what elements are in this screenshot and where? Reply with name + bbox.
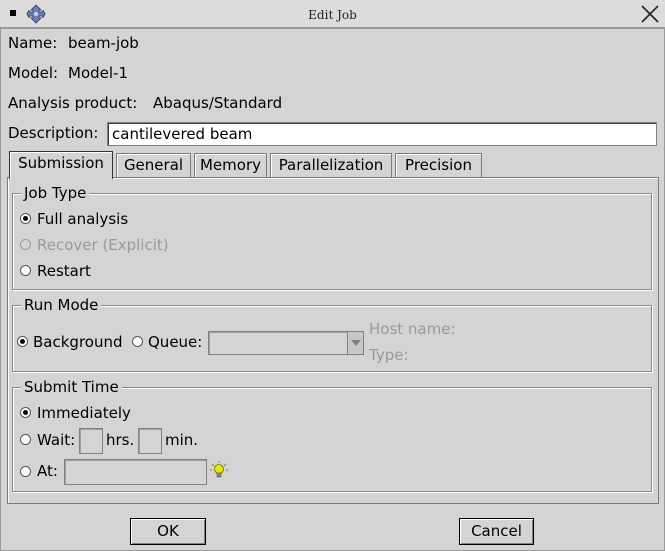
description-input[interactable]: cantilevered beam xyxy=(107,122,657,146)
analysis-product-label: Analysis product: xyxy=(8,94,138,112)
model-value: Model-1 xyxy=(68,64,128,82)
cancel-button[interactable]: Cancel xyxy=(459,518,534,545)
lightbulb-icon[interactable] xyxy=(209,460,229,480)
at-time-input[interactable] xyxy=(64,459,207,485)
tab-precision[interactable]: Precision xyxy=(395,153,482,177)
tab-memory[interactable]: Memory xyxy=(194,153,267,177)
immediately-label[interactable]: Immediately xyxy=(37,404,131,422)
queue-select xyxy=(208,331,364,355)
name-value: beam-job xyxy=(68,34,139,52)
full-analysis-label[interactable]: Full analysis xyxy=(37,210,128,228)
tab-general[interactable]: General xyxy=(116,153,191,177)
move-icon[interactable] xyxy=(26,4,46,24)
ok-button[interactable]: OK xyxy=(130,518,206,545)
restart-label[interactable]: Restart xyxy=(37,262,91,280)
tab-parallelization[interactable]: Parallelization xyxy=(270,153,392,177)
host-name-label: Host name: xyxy=(369,320,456,338)
submit-time-title: Submit Time xyxy=(21,378,122,396)
immediately-radio[interactable] xyxy=(20,407,31,418)
wait-hours-input[interactable] xyxy=(79,428,103,454)
full-analysis-radio[interactable] xyxy=(20,213,31,224)
type-label: Type: xyxy=(369,346,409,364)
recover-explicit-label: Recover (Explicit) xyxy=(37,236,169,254)
description-label: Description: xyxy=(8,124,99,142)
wait-label[interactable]: Wait: xyxy=(37,431,75,449)
chevron-down-icon xyxy=(347,332,363,354)
analysis-product-value: Abaqus/Standard xyxy=(153,94,283,112)
model-label: Model: xyxy=(8,64,59,82)
queue-radio[interactable] xyxy=(132,336,143,347)
background-radio[interactable] xyxy=(17,336,28,347)
at-label[interactable]: At: xyxy=(37,462,58,480)
job-type-title: Job Type xyxy=(21,184,90,202)
close-icon[interactable] xyxy=(639,3,661,25)
wait-minutes-input[interactable] xyxy=(138,428,162,454)
window-title: Edit Job xyxy=(308,8,357,22)
name-label: Name: xyxy=(8,34,58,52)
hrs-label: hrs. xyxy=(106,431,135,449)
restart-radio[interactable] xyxy=(20,265,31,276)
at-radio[interactable] xyxy=(20,466,31,477)
recover-explicit-radio xyxy=(20,239,31,250)
run-mode-title: Run Mode xyxy=(21,296,102,314)
background-label[interactable]: Background xyxy=(33,333,123,351)
window-menu-icon[interactable] xyxy=(10,10,16,16)
tab-submission[interactable]: Submission xyxy=(9,151,113,179)
wait-radio[interactable] xyxy=(20,434,31,445)
min-label: min. xyxy=(165,431,199,449)
queue-label[interactable]: Queue: xyxy=(148,333,202,351)
